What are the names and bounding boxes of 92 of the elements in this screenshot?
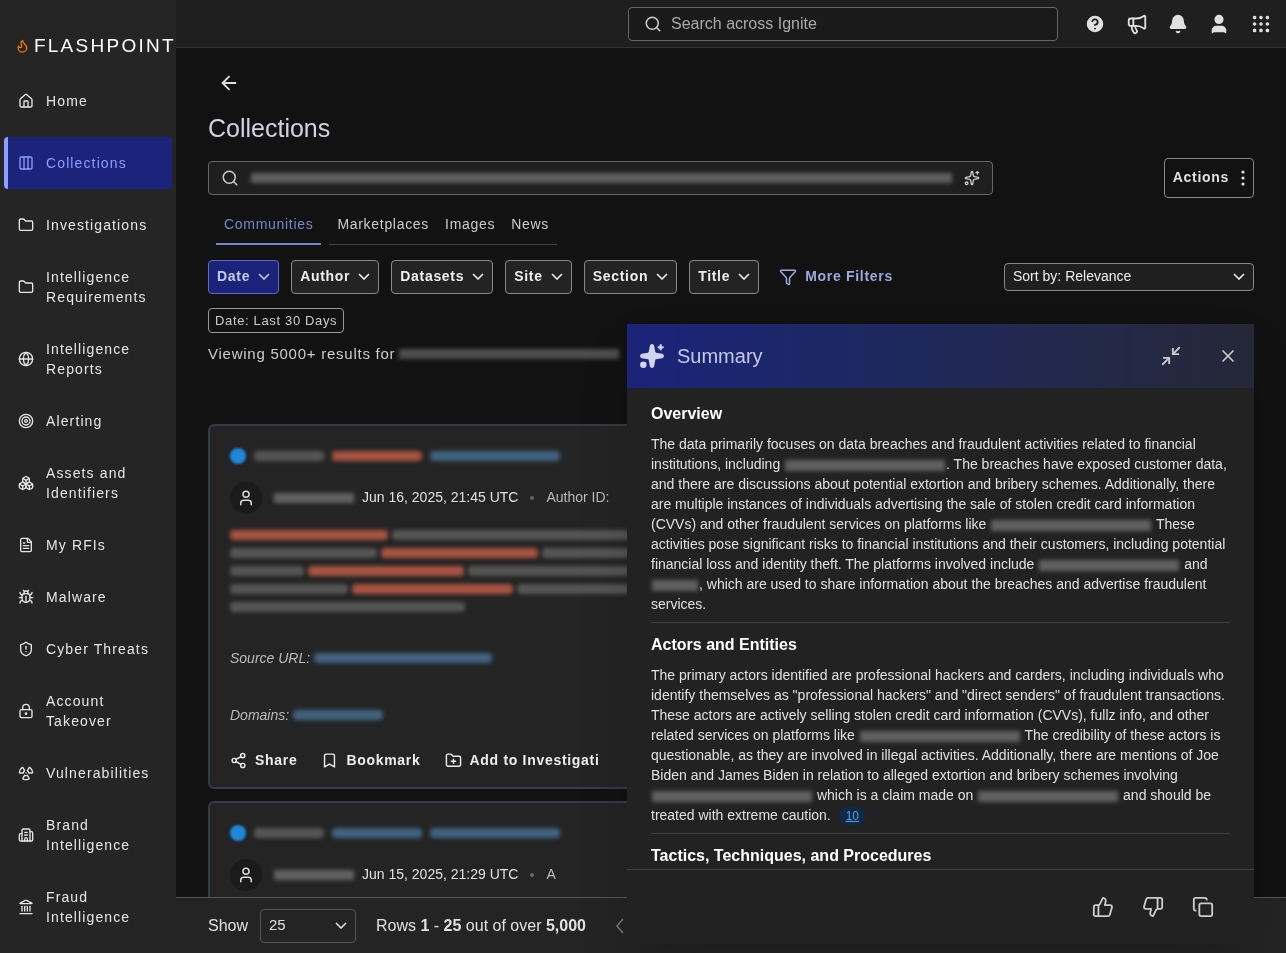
sort-select[interactable]: Sort by: Relevance (1004, 262, 1254, 291)
chevron-down-icon (358, 273, 371, 280)
results-count-text: Viewing 5000+ results for (208, 344, 396, 364)
redacted-mark (652, 579, 698, 591)
section-heading: Actors and Entities (651, 635, 798, 655)
copy-icon[interactable] (1192, 896, 1214, 918)
search-icon (221, 168, 239, 187)
more-icon (1241, 169, 1245, 186)
filter-dropdown[interactable]: Author (291, 259, 380, 294)
bank-icon (18, 898, 34, 915)
sidebar-item[interactable]: Assets and Identifiers (4, 446, 172, 519)
tab[interactable]: Communities (216, 205, 322, 245)
sidebar-item[interactable]: Malware (4, 570, 172, 623)
thumbs-down-icon[interactable] (1142, 896, 1164, 918)
more-filters-button[interactable]: More Filters (779, 266, 893, 287)
filter-dropdown[interactable]: Section (583, 259, 678, 294)
sidebar-item[interactable]: Intelligence Reports (4, 322, 172, 395)
folder-plus-icon (444, 751, 462, 769)
shield-icon (18, 640, 34, 657)
show-label: Show (208, 915, 249, 936)
chevron-down-icon (472, 273, 485, 280)
bookmark-button[interactable]: Bookmark (321, 745, 421, 775)
chevron-down-icon (738, 273, 751, 280)
globe-icon (18, 350, 34, 367)
sidebar-item[interactable]: Collections (4, 136, 172, 189)
tab[interactable]: Marketplaces (329, 205, 438, 245)
summary-title: Summary (677, 344, 763, 369)
domains-label: Domains: (230, 705, 290, 725)
bell-icon[interactable] (1168, 13, 1188, 34)
home-icon (18, 92, 34, 109)
filter-dropdown[interactable]: Date (208, 259, 280, 294)
section-heading: Tactics, Techniques, and Procedures (651, 846, 933, 866)
tab[interactable]: News (503, 205, 557, 245)
previous-page-icon[interactable] (615, 917, 624, 934)
query-search-field[interactable] (208, 160, 993, 195)
investigation-button[interactable]: Add to Investigati (444, 745, 600, 775)
chevron-down-icon (258, 273, 271, 280)
sparkles-icon[interactable] (964, 169, 980, 186)
search-icon (644, 14, 662, 33)
filter-dropdown[interactable]: Datasets (391, 259, 494, 294)
post-date: Jun 16, 2025, 21:45 UTC (362, 488, 519, 507)
sidebar-item[interactable]: Home (4, 74, 172, 127)
source-url-label: Source URL: (230, 648, 311, 668)
sidebar-item[interactable]: Account Takeover (4, 674, 172, 747)
tab[interactable]: Images (437, 205, 504, 245)
filter-icon (779, 267, 798, 286)
chevron-down-icon (656, 273, 669, 280)
share-button[interactable]: Share (230, 745, 298, 775)
sidebar-item[interactable]: Vulnerabilities (4, 746, 172, 799)
document-icon (18, 536, 34, 553)
brand-name: FLASHPOINT (33, 34, 176, 58)
boxes-icon (18, 474, 34, 491)
rows-count-text: Rows 1 - 25 out of over 5,000 (376, 915, 586, 936)
filter-chip[interactable]: Date: Last 30 Days (208, 307, 345, 333)
help-icon[interactable] (1084, 12, 1106, 35)
flame-logo-icon (15, 38, 30, 55)
chevron-down-icon (335, 922, 348, 929)
filter-dropdown[interactable]: Title (689, 259, 760, 294)
filter-dropdown[interactable]: Site (505, 259, 572, 294)
citation-link[interactable]: 10 (838, 807, 866, 825)
sidebar-item[interactable]: Alerting (4, 394, 172, 447)
global-search-field[interactable]: Search across Ignite (628, 6, 1058, 41)
section-heading: Overview (651, 404, 724, 424)
folder-icon (18, 278, 34, 295)
actions-button[interactable]: Actions (1163, 157, 1254, 198)
chevron-down-icon (1233, 273, 1245, 280)
bug-icon (18, 588, 34, 605)
building-icon (18, 826, 34, 843)
sidebar-item[interactable]: Brand Intelligence (4, 798, 172, 871)
folder-icon (18, 216, 34, 233)
megaphone-icon[interactable] (1126, 12, 1148, 35)
post-date: Jun 15, 2025, 21:29 UTC (362, 865, 519, 884)
share-icon (230, 751, 247, 769)
page-size-select[interactable]: 25 (260, 908, 357, 943)
columns-icon (18, 154, 34, 171)
minimize-icon[interactable] (1160, 345, 1182, 367)
page-title: Collections (208, 113, 332, 144)
trefoil-icon (18, 764, 34, 781)
chevron-down-icon (550, 273, 563, 280)
sparkles-icon (639, 343, 665, 369)
author-id-label: A (546, 865, 556, 884)
sidebar-item[interactable]: My RFIs (4, 518, 172, 571)
author-id-label: Author ID: (546, 488, 610, 507)
sidebar-item[interactable]: Cyber Threats (4, 622, 172, 675)
sidebar-item[interactable]: Fraud Intelligence (4, 870, 172, 943)
target-icon (18, 412, 34, 429)
lock-icon (18, 702, 34, 719)
thumbs-up-icon[interactable] (1092, 896, 1114, 918)
sidebar-item[interactable]: Intelligence Requirements (4, 250, 172, 323)
summary-paragraph: The data primarily focuses on data breaches and fraudulent activities related to financial institutions, including . The breaches have exposed customer data, and there are discussions about potential extortion and bribery schemes. Additionally, there are multiple instances of individuals advertising the sale of stolen credit card information (CVVs) and other fraudulent services on platforms like These activities pose significant risks to financial institutions and their customers, including potential financial loss and identity theft. The platforms involved include and , which are used to share information about the breaches and advertise fraudulent services. (651, 435, 1228, 614)
sidebar-item[interactable]: Investigations (4, 198, 172, 251)
summary-paragraph: The primary actors identified are professional hackers and carders, including individuals who identify themselves as "professional hackers" and "direct senders" of fraudulent transactions. These actors are actively selling stolen credit card information (CVVs), fullz info, and other related services on platforms like The credibility of these actors is questionable, as they are involved in illegal activities. Additionally, there are mentions of Joe Biden and James Biden in relation to alleged extortion and bribery schemes involving which is a claim made on and should be treated with extreme caution. 10 (651, 666, 1226, 825)
